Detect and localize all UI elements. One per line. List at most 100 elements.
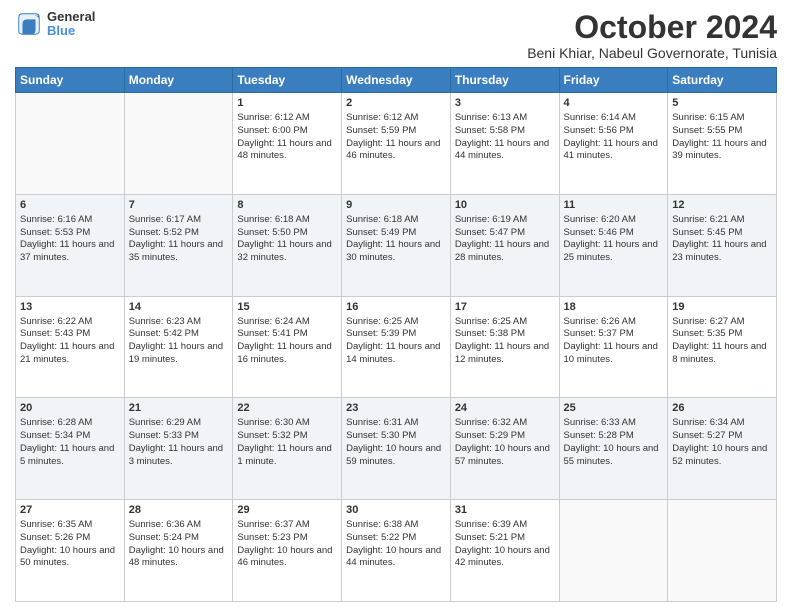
sunrise-text: Sunrise: 6:14 AM xyxy=(564,112,664,125)
sunset-text: Sunset: 5:26 PM xyxy=(20,532,120,545)
col-monday: Monday xyxy=(124,68,233,93)
daylight-text: Daylight: 11 hours and 10 minutes. xyxy=(564,341,664,367)
month-title: October 2024 xyxy=(527,10,777,45)
sunset-text: Sunset: 5:59 PM xyxy=(346,125,446,138)
sunset-text: Sunset: 5:46 PM xyxy=(564,227,664,240)
day-number: 5 xyxy=(672,96,772,111)
table-row: 11Sunrise: 6:20 AMSunset: 5:46 PMDayligh… xyxy=(559,194,668,296)
sunrise-text: Sunrise: 6:23 AM xyxy=(129,316,229,329)
day-number: 30 xyxy=(346,503,446,518)
daylight-text: Daylight: 11 hours and 5 minutes. xyxy=(20,443,120,469)
day-number: 15 xyxy=(237,300,337,315)
daylight-text: Daylight: 11 hours and 12 minutes. xyxy=(455,341,555,367)
daylight-text: Daylight: 11 hours and 8 minutes. xyxy=(672,341,772,367)
table-row: 19Sunrise: 6:27 AMSunset: 5:35 PMDayligh… xyxy=(668,296,777,398)
sunrise-text: Sunrise: 6:38 AM xyxy=(346,519,446,532)
daylight-text: Daylight: 11 hours and 32 minutes. xyxy=(237,239,337,265)
sunset-text: Sunset: 5:56 PM xyxy=(564,125,664,138)
sunset-text: Sunset: 5:52 PM xyxy=(129,227,229,240)
calendar-week-row: 27Sunrise: 6:35 AMSunset: 5:26 PMDayligh… xyxy=(16,500,777,602)
calendar-week-row: 1Sunrise: 6:12 AMSunset: 6:00 PMDaylight… xyxy=(16,93,777,195)
sunset-text: Sunset: 5:41 PM xyxy=(237,328,337,341)
col-tuesday: Tuesday xyxy=(233,68,342,93)
table-row: 18Sunrise: 6:26 AMSunset: 5:37 PMDayligh… xyxy=(559,296,668,398)
day-number: 3 xyxy=(455,96,555,111)
sunset-text: Sunset: 5:43 PM xyxy=(20,328,120,341)
table-row: 1Sunrise: 6:12 AMSunset: 6:00 PMDaylight… xyxy=(233,93,342,195)
day-number: 8 xyxy=(237,198,337,213)
sunset-text: Sunset: 5:39 PM xyxy=(346,328,446,341)
daylight-text: Daylight: 11 hours and 30 minutes. xyxy=(346,239,446,265)
table-row: 22Sunrise: 6:30 AMSunset: 5:32 PMDayligh… xyxy=(233,398,342,500)
table-row xyxy=(559,500,668,602)
daylight-text: Daylight: 10 hours and 52 minutes. xyxy=(672,443,772,469)
calendar-week-row: 6Sunrise: 6:16 AMSunset: 5:53 PM Daylight… xyxy=(16,194,777,296)
day-number: 18 xyxy=(564,300,664,315)
sunrise-text: Sunrise: 6:27 AM xyxy=(672,316,772,329)
daylight-text: Daylight: 11 hours and 23 minutes. xyxy=(672,239,772,265)
table-row: 9Sunrise: 6:18 AMSunset: 5:49 PMDaylight… xyxy=(342,194,451,296)
daylight-text: Daylight: 11 hours and 28 minutes. xyxy=(455,239,555,265)
calendar-week-row: 20Sunrise: 6:28 AMSunset: 5:34 PMDayligh… xyxy=(16,398,777,500)
logo: General Blue xyxy=(15,10,95,39)
col-saturday: Saturday xyxy=(668,68,777,93)
table-row: 15Sunrise: 6:24 AMSunset: 5:41 PMDayligh… xyxy=(233,296,342,398)
sunrise-text: Sunrise: 6:20 AM xyxy=(564,214,664,227)
sunset-text: Sunset: 5:32 PM xyxy=(237,430,337,443)
day-number: 25 xyxy=(564,401,664,416)
col-thursday: Thursday xyxy=(450,68,559,93)
sunrise-text: Sunrise: 6:32 AM xyxy=(455,417,555,430)
day-number: 4 xyxy=(564,96,664,111)
sunset-text: Sunset: 5:21 PM xyxy=(455,532,555,545)
sunset-text: Sunset: 5:23 PM xyxy=(237,532,337,545)
title-section: October 2024 Beni Khiar, Nabeul Governor… xyxy=(527,10,777,61)
table-row: 10Sunrise: 6:19 AMSunset: 5:47 PMDayligh… xyxy=(450,194,559,296)
day-number: 28 xyxy=(129,503,229,518)
calendar-header-row: Sunday Monday Tuesday Wednesday Thursday… xyxy=(16,68,777,93)
sunrise-text: Sunrise: 6:16 AM xyxy=(20,214,120,227)
col-friday: Friday xyxy=(559,68,668,93)
day-number: 10 xyxy=(455,198,555,213)
daylight-text: Daylight: 10 hours and 48 minutes. xyxy=(129,545,229,571)
daylight-text: Daylight: 11 hours and 3 minutes. xyxy=(129,443,229,469)
daylight-text: Daylight: 11 hours and 41 minutes. xyxy=(564,138,664,164)
sunrise-text: Sunrise: 6:24 AM xyxy=(237,316,337,329)
daylight-text: Daylight: 11 hours and 1 minute. xyxy=(237,443,337,469)
sunrise-text: Sunrise: 6:37 AM xyxy=(237,519,337,532)
sunset-text: Sunset: 5:35 PM xyxy=(672,328,772,341)
day-number: 12 xyxy=(672,198,772,213)
sunset-text: Sunset: 6:00 PM xyxy=(237,125,337,138)
table-row: 29Sunrise: 6:37 AMSunset: 5:23 PMDayligh… xyxy=(233,500,342,602)
location-title: Beni Khiar, Nabeul Governorate, Tunisia xyxy=(527,45,777,61)
day-number: 14 xyxy=(129,300,229,315)
sunrise-text: Sunrise: 6:30 AM xyxy=(237,417,337,430)
daylight-text: Daylight: 11 hours and 35 minutes. xyxy=(129,239,229,265)
daylight-text: Daylight: 10 hours and 50 minutes. xyxy=(20,545,120,571)
daylight-text: Daylight: 11 hours and 39 minutes. xyxy=(672,138,772,164)
sunset-text: Sunset: 5:30 PM xyxy=(346,430,446,443)
sunset-text: Sunset: 5:53 PM xyxy=(20,227,120,240)
day-number: 2 xyxy=(346,96,446,111)
sunset-text: Sunset: 5:33 PM xyxy=(129,430,229,443)
table-row: 14Sunrise: 6:23 AMSunset: 5:42 PMDayligh… xyxy=(124,296,233,398)
daylight-text: Daylight: 10 hours and 44 minutes. xyxy=(346,545,446,571)
sunset-text: Sunset: 5:27 PM xyxy=(672,430,772,443)
table-row: 23Sunrise: 6:31 AMSunset: 5:30 PMDayligh… xyxy=(342,398,451,500)
day-number: 13 xyxy=(20,300,120,315)
day-number: 24 xyxy=(455,401,555,416)
sunset-text: Sunset: 5:58 PM xyxy=(455,125,555,138)
sunrise-text: Sunrise: 6:31 AM xyxy=(346,417,446,430)
sunrise-text: Sunrise: 6:34 AM xyxy=(672,417,772,430)
sunrise-text: Sunrise: 6:13 AM xyxy=(455,112,555,125)
sunrise-text: Sunrise: 6:19 AM xyxy=(455,214,555,227)
col-sunday: Sunday xyxy=(16,68,125,93)
sunset-text: Sunset: 5:50 PM xyxy=(237,227,337,240)
day-number: 31 xyxy=(455,503,555,518)
table-row: 12Sunrise: 6:21 AMSunset: 5:45 PMDayligh… xyxy=(668,194,777,296)
table-row: 16Sunrise: 6:25 AMSunset: 5:39 PMDayligh… xyxy=(342,296,451,398)
sunrise-text: Sunrise: 6:25 AM xyxy=(455,316,555,329)
table-row: 5Sunrise: 6:15 AMSunset: 5:55 PMDaylight… xyxy=(668,93,777,195)
day-number: 20 xyxy=(20,401,120,416)
sunset-text: Sunset: 5:47 PM xyxy=(455,227,555,240)
day-number: 6 xyxy=(20,198,120,213)
